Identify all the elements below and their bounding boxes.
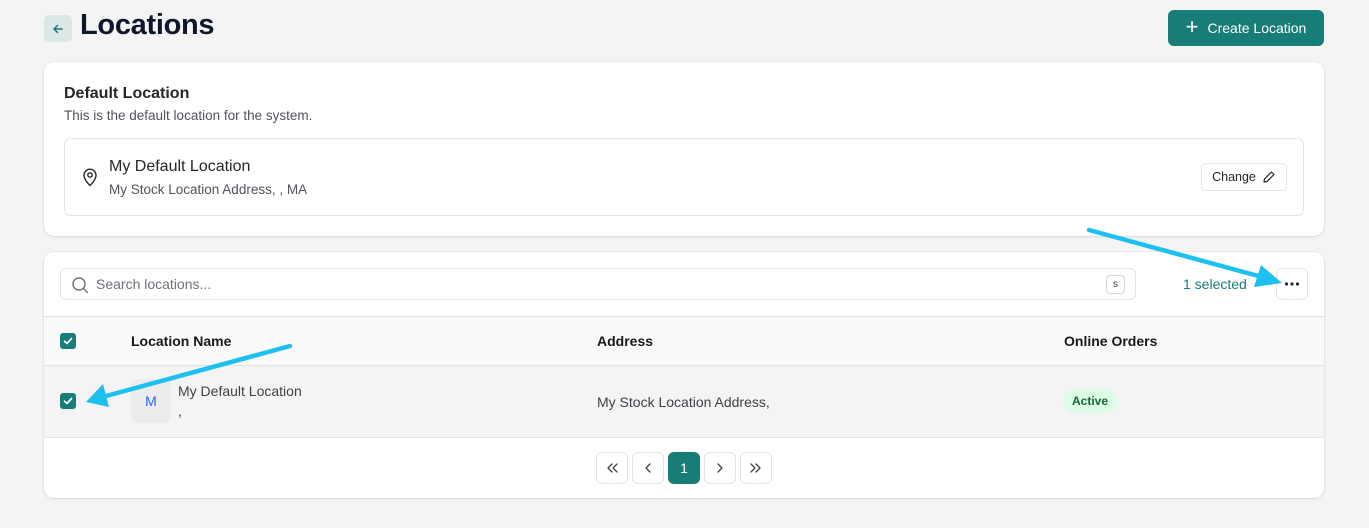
- search-input[interactable]: [96, 269, 1086, 299]
- next-page-button[interactable]: [704, 452, 736, 484]
- default-location-title: Default Location: [64, 85, 190, 102]
- column-header-name[interactable]: Location Name: [131, 333, 231, 349]
- default-location-address: My Stock Location Address, , MA: [109, 182, 308, 197]
- first-page-button[interactable]: [596, 452, 628, 484]
- create-location-button[interactable]: + Create Location: [1168, 10, 1324, 46]
- more-actions-button[interactable]: [1276, 268, 1308, 300]
- location-name-secondary: ,: [178, 403, 182, 419]
- select-all-checkbox[interactable]: [60, 333, 76, 349]
- check-icon: [63, 337, 73, 345]
- plus-icon: +: [1185, 14, 1199, 39]
- default-location-box: My Default Location My Stock Location Ad…: [64, 138, 1304, 216]
- locations-page: Locations + Create Location Default Loca…: [44, 0, 1324, 528]
- chevrons-left-icon: [607, 463, 618, 473]
- more-horizontal-icon: [1284, 282, 1300, 286]
- search-icon: [72, 277, 89, 294]
- last-page-button[interactable]: [740, 452, 772, 484]
- chevrons-right-icon: [750, 463, 761, 473]
- back-button[interactable]: [44, 15, 72, 42]
- change-label: Change: [1212, 170, 1256, 184]
- column-header-online-orders[interactable]: Online Orders: [1064, 333, 1157, 349]
- search-box: s: [60, 268, 1136, 300]
- pagination: 1: [596, 452, 772, 484]
- default-location-name: My Default Location: [109, 158, 251, 175]
- chevron-left-icon: [645, 463, 651, 473]
- location-avatar: M: [131, 379, 171, 423]
- page-title: Locations: [80, 9, 215, 41]
- selected-count: 1 selected: [1183, 276, 1247, 292]
- previous-page-button[interactable]: [632, 452, 664, 484]
- table-row[interactable]: M My Default Location , My Stock Locatio…: [44, 366, 1324, 438]
- default-location-card: Default Location This is the default loc…: [44, 62, 1324, 236]
- check-icon: [63, 397, 73, 405]
- default-location-description: This is the default location for the sys…: [64, 108, 313, 123]
- table-header: Location Name Address Online Orders: [44, 316, 1324, 366]
- location-address-cell: My Stock Location Address,: [597, 394, 770, 410]
- map-pin-icon: [83, 168, 97, 187]
- page-button-current[interactable]: 1: [668, 452, 700, 484]
- location-name-cell: My Default Location: [178, 383, 302, 399]
- row-checkbox[interactable]: [60, 393, 76, 409]
- pencil-icon: [1263, 171, 1275, 183]
- locations-table-card: s 1 selected Location Name Address Onlin…: [44, 252, 1324, 498]
- status-badge: Active: [1063, 389, 1118, 413]
- shortcut-key-badge: s: [1106, 275, 1125, 294]
- create-location-label: Create Location: [1207, 20, 1307, 36]
- arrow-left-icon: [53, 24, 63, 33]
- change-button[interactable]: Change: [1201, 163, 1287, 191]
- chevron-right-icon: [717, 463, 723, 473]
- column-header-address[interactable]: Address: [597, 333, 653, 349]
